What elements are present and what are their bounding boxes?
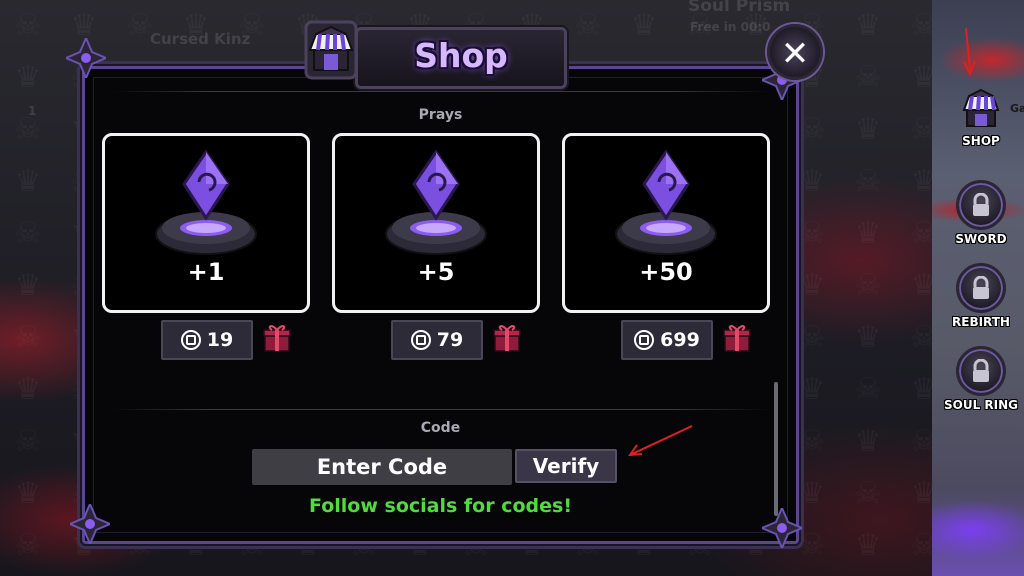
page-title: Shop [414, 36, 508, 75]
sidebar-item-label: SWORD [955, 232, 1007, 246]
pray-card-50[interactable]: +50 [562, 133, 770, 313]
corner-ornament-icon [66, 38, 106, 78]
pray-pedestal-icon [615, 149, 717, 255]
buy-button-50[interactable]: 699 [621, 320, 713, 360]
background-prism-timer: Free in 00:0 [690, 20, 771, 34]
robux-icon [410, 330, 431, 350]
background-player-name: Cursed Kinz [150, 30, 251, 48]
gift-icon[interactable] [263, 323, 291, 353]
pray-card-5[interactable]: +5 [332, 133, 540, 313]
close-button[interactable]: ✕ [767, 24, 823, 80]
pray-amount: +1 [187, 258, 225, 286]
shop-stall-icon [304, 20, 358, 80]
sidebar-item-sword[interactable]: SWORD [938, 180, 1024, 246]
sidebar-item-label: SHOP [962, 134, 1000, 148]
gift-icon[interactable] [493, 323, 521, 353]
sidebar-item-rebirth[interactable]: REBIRTH [938, 263, 1024, 329]
robux-icon [634, 330, 655, 350]
price-label: 19 [206, 329, 234, 351]
verify-button[interactable]: Verify [515, 449, 617, 483]
buy-button-5[interactable]: 79 [391, 320, 483, 360]
price-label: 79 [436, 329, 464, 351]
sidebar-item-label: SOUL RING [943, 398, 1018, 412]
shop-icon [959, 88, 1003, 132]
pray-pedestal-icon [385, 149, 487, 255]
socials-hint: Follow socials for codes! [309, 495, 572, 517]
sidebar-item-soul-ring[interactable]: SOUL RING [938, 346, 1024, 412]
background-counter: 1 [28, 104, 37, 118]
price-label: 699 [660, 329, 700, 351]
sidebar-item-shop[interactable]: SHOP [938, 88, 1024, 148]
sidebar-item-label: REBIRTH [952, 315, 1010, 329]
right-sidebar: Ga SHOP SWORD REBIRTH SOUL RING [932, 0, 1024, 576]
annotation-arrow-shop [963, 27, 976, 77]
shop-panel: Prays +1 +5 +50 19 79 699 Code Enter Cod… [82, 66, 799, 544]
lock-icon [956, 263, 1006, 313]
lock-icon [956, 346, 1006, 396]
pray-card-1[interactable]: +1 [102, 133, 310, 313]
background-prism-title: Soul Prism [688, 0, 791, 16]
title-plate: Shop [355, 27, 567, 89]
sidebar-scene-purple [932, 450, 1024, 576]
lock-icon [956, 180, 1006, 230]
corner-ornament-icon [70, 504, 110, 544]
annotation-arrow-verify [627, 425, 693, 457]
prays-divider [111, 91, 770, 92]
pray-amount: +50 [639, 258, 693, 286]
code-input[interactable] [252, 449, 512, 485]
pray-amount: +5 [417, 258, 455, 286]
pray-pedestal-icon [155, 149, 257, 255]
corner-ornament-icon [762, 508, 802, 548]
gift-icon[interactable] [723, 323, 751, 353]
prays-section-label: Prays [418, 107, 463, 123]
buy-button-1[interactable]: 19 [161, 320, 253, 360]
robux-icon [180, 330, 201, 350]
code-divider [111, 409, 770, 410]
